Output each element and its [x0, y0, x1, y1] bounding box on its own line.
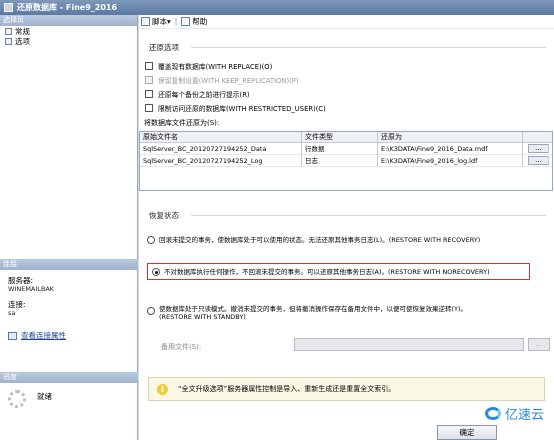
table-row[interactable]: SqlServer_BC_20120727194252_Data 行数据 E:\… [140, 143, 552, 155]
progress-spinner-icon [8, 390, 26, 408]
toolbar-separator: | [174, 17, 178, 26]
help-label: 帮助 [192, 17, 208, 26]
column-header[interactable]: 还原为 [378, 132, 523, 142]
checkbox-label: 限制访问还原的数据库(WITH RESTRICTED_USER)(C) [158, 105, 326, 113]
divider [191, 215, 546, 216]
checkbox-box[interactable] [145, 62, 153, 70]
connection-section: 连接 服务器: WINEMAILBAK 连接: sa 查看连接属性 [0, 259, 138, 341]
restore-as-path[interactable]: E:\K3DATA\Fine9_2016_log.ldf [378, 155, 523, 166]
checkbox-label: 保留复制设置(WITH KEEP_REPLICATION)(P) [158, 77, 299, 85]
browse-button[interactable]: ... [528, 144, 549, 153]
help-button[interactable]: 帮助 [181, 16, 207, 27]
checkbox-label: 覆盖现有数据库(WITH REPLACE)(O) [158, 63, 273, 71]
norecovery-radio-option[interactable]: 不对数据库执行任何操作，不回滚未提交的事务。可以还原其他事务日志(A)。(RES… [152, 268, 490, 276]
info-text: “全文升级选项”服务器属性控制是导入、重新生成还是重置全文索引。 [178, 385, 396, 393]
watermark-text: 亿速云 [504, 408, 544, 423]
prompt-before-restore-checkbox[interactable]: 还原每个备份之前进行提示(R) [145, 89, 250, 99]
page-item-general[interactable]: 常规 [0, 26, 137, 36]
watermark-logo-icon [484, 407, 501, 420]
restricted-user-checkbox[interactable]: 限制访问还原的数据库(WITH RESTRICTED_USER)(C) [145, 103, 326, 113]
original-filename: SqlServer_BC_20120727194252_Data [140, 143, 302, 154]
files-grid-label: 将数据库文件还原为(S): [144, 119, 220, 127]
left-pane: 选择页 常规 选项 连接 服务器: WINEMAILBAK 连接: sa 查看连… [0, 15, 138, 440]
standby-file-label: 备用文件(S): [161, 343, 202, 351]
server-label: 服务器: [8, 276, 34, 285]
page-item-label: 选项 [15, 36, 30, 46]
recovery-radio-option[interactable]: 回滚未提交的事务，使数据库处于可以使用的状态。无法还原其他事务日志(L)。(RE… [147, 236, 480, 244]
radio-label: 回滚未提交的事务，使数据库处于可以使用的状态。无法还原其他事务日志(L)。(RE… [159, 236, 481, 244]
info-icon: i [157, 383, 168, 395]
grid-header: 原始文件名 文件类型 还原为 [140, 132, 552, 143]
checkbox-label: 还原每个备份之前进行提示(R) [158, 91, 250, 99]
radio-label-line2: (RESTORE WITH STANDBY) [159, 313, 246, 321]
progress-status: 就绪 [37, 392, 52, 401]
radio-label: 不对数据库执行任何操作，不回滚未提交的事务。可以还原其他事务日志(A)。(RES… [164, 268, 490, 276]
script-button[interactable]: 脚本 ▾ [141, 16, 171, 27]
view-connection-properties-link[interactable]: 查看连接属性 [0, 330, 138, 341]
select-page-header: 选择页 [0, 15, 137, 26]
database-icon [4, 3, 13, 12]
options-page: 脚本 ▾ | 帮助 还原选项 覆盖现有数据库(WITH REPLACE)(O) … [139, 15, 554, 440]
table-row[interactable]: SqlServer_BC_20120727194252_Log 日志 E:\K3… [140, 155, 552, 167]
progress-header: 进度 [0, 372, 138, 383]
progress-section: 进度 就绪 [0, 372, 138, 408]
recovery-state-title: 恢复状态 [149, 211, 179, 220]
connection-value: sa [8, 309, 16, 317]
file-type: 日志 [302, 155, 378, 166]
standby-radio-option[interactable]: 使数据库处于只读模式。撤消未提交的事务，但将撤消操作保存在备用文件中，以便可使恢… [147, 305, 467, 321]
keep-replication-checkbox: 保留复制设置(WITH KEEP_REPLICATION)(P) [145, 75, 299, 85]
ok-button[interactable]: 确定 [437, 425, 497, 440]
watermark: 亿速云 [484, 404, 544, 423]
toolbar: 脚本 ▾ | 帮助 [139, 15, 554, 29]
checkbox-box[interactable] [145, 90, 153, 98]
radio-button[interactable] [147, 236, 155, 244]
view-connection-properties-label: 查看连接属性 [21, 331, 66, 340]
overwrite-checkbox[interactable]: 覆盖现有数据库(WITH REPLACE)(O) [145, 61, 272, 71]
radio-label: 使数据库处于只读模式。撤消未提交的事务，但将撤消操作保存在备用文件中，以便可使恢… [159, 305, 468, 313]
script-label: 脚本 [152, 17, 167, 26]
chevron-down-icon: ▾ [167, 17, 171, 26]
radio-button[interactable] [147, 307, 155, 315]
file-type: 行数据 [302, 143, 378, 154]
radio-button[interactable] [152, 268, 160, 276]
files-grid: 原始文件名 文件类型 还原为 SqlServer_BC_201207271942… [139, 131, 553, 191]
title-bar: 还原数据库 - Fine9_2016 [0, 0, 554, 15]
standby-file-input [294, 338, 524, 351]
checkbox-box[interactable] [145, 104, 153, 112]
column-header[interactable]: 文件类型 [302, 132, 378, 142]
window-title: 还原数据库 - Fine9_2016 [17, 3, 118, 12]
script-icon [141, 17, 150, 26]
checkbox-box [145, 76, 153, 84]
server-value: WINEMAILBAK [8, 285, 55, 293]
page-icon [5, 37, 12, 45]
connection-header: 连接 [0, 259, 138, 270]
restore-as-path[interactable]: E:\K3DATA\Fine9_2016_Data.mdf [378, 143, 523, 154]
column-header [523, 132, 552, 142]
help-icon [181, 17, 191, 26]
divider [191, 47, 546, 48]
connection-label: 连接: [8, 300, 26, 309]
page-item-options[interactable]: 选项 [0, 36, 137, 46]
browse-button[interactable]: ... [528, 156, 549, 165]
column-header[interactable]: 原始文件名 [140, 132, 302, 142]
info-bar: i “全文升级选项”服务器属性控制是导入、重新生成还是重置全文索引。 [148, 377, 545, 401]
standby-browse-button: ... [528, 338, 550, 351]
restore-options-title: 还原选项 [149, 43, 179, 52]
page-icon [5, 27, 12, 35]
original-filename: SqlServer_BC_20120727194252_Log [140, 155, 302, 166]
connection-properties-icon [8, 331, 17, 340]
